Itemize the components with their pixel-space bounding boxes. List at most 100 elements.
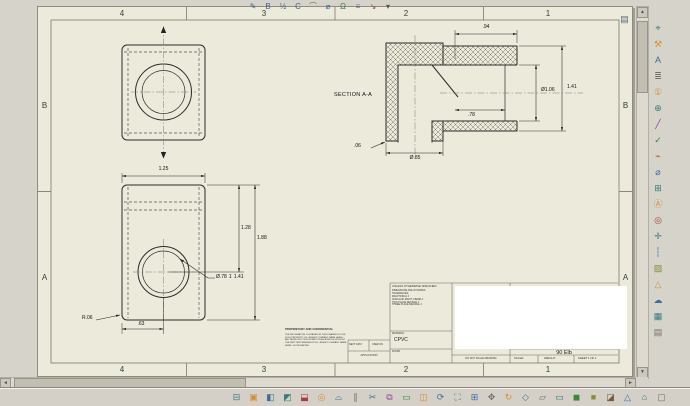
vertical-scroll-thumb[interactable] [637, 21, 648, 93]
icon-glyph: B [265, 1, 270, 12]
front-view[interactable] [122, 26, 205, 159]
weight-label: WEIGHT: [544, 357, 556, 360]
section-view[interactable] [371, 30, 583, 157]
bom-table-icon[interactable]: ▤ [652, 326, 665, 339]
more-options-icon[interactable]: ▾ [382, 1, 394, 12]
center-mark-icon[interactable]: ✛ [652, 230, 665, 243]
zoom-to-fit-icon[interactable]: ⛶ [451, 391, 464, 404]
model-view-icon[interactable]: ▣ [247, 391, 260, 404]
linear-note-pattern-icon[interactable]: ≣ [652, 70, 665, 83]
arc-length-icon[interactable]: ⌒ [307, 1, 319, 12]
icon-glyph: ▱ [539, 391, 546, 404]
perspective-icon[interactable]: △ [621, 391, 634, 404]
sheet-properties-icon[interactable]: ▤ [618, 13, 631, 26]
dimension-front-width[interactable]: 1.25 [141, 166, 186, 172]
bold-icon[interactable]: B [262, 1, 274, 12]
balloon-icon[interactable]: ① [652, 86, 665, 99]
icon-glyph: ↘ [370, 1, 377, 12]
pan-icon[interactable]: ✥ [485, 391, 498, 404]
dimension-wall-step[interactable]: .06 [354, 143, 361, 149]
scale-label: SCALE: [514, 357, 524, 360]
standard-3-view-icon[interactable]: ⊟ [230, 391, 243, 404]
detail-view-icon[interactable]: ◎ [315, 391, 328, 404]
drawing-viewport[interactable]: 4321 4321 BA BA SECTION A-A .94 Ø1.06 1.… [0, 0, 636, 377]
weld-symbol-icon[interactable]: ⌁ [652, 150, 665, 163]
rotate-view-icon[interactable]: ↻ [502, 391, 515, 404]
datum-target-icon[interactable]: ◎ [652, 214, 665, 227]
center-text-icon[interactable]: C [292, 1, 304, 12]
smart-dimension-icon[interactable]: ⌖ [652, 22, 665, 35]
scroll-up-button[interactable]: ▲ [637, 7, 648, 18]
icon-glyph: ▭ [402, 391, 411, 404]
magnetic-line-icon[interactable]: ╱ [652, 118, 665, 131]
predefined-view-icon[interactable]: ◫ [417, 391, 430, 404]
wireframe-icon[interactable]: ◇ [519, 391, 532, 404]
icon-glyph: ◩ [283, 391, 292, 404]
icon-glyph: ▦ [654, 310, 663, 323]
dimension-hole-offset[interactable]: .63 [126, 321, 156, 327]
surface-finish-icon[interactable]: ✓ [652, 134, 665, 147]
auxiliary-view-icon[interactable]: ◩ [281, 391, 294, 404]
dimension-bore-depth[interactable]: .78 [468, 112, 475, 118]
projected-view-icon[interactable]: ◧ [264, 391, 277, 404]
note-icon[interactable]: A [652, 54, 665, 67]
centerline-icon[interactable]: ┆ [652, 246, 665, 259]
finish-label: FINISH [392, 350, 400, 353]
dimension-corner-radius[interactable]: R.06 [82, 315, 93, 321]
proprietary-header: PROPRIETARY AND CONFIDENTIAL [285, 328, 347, 331]
zone-label: 4 [120, 7, 124, 20]
broken-out-section-icon[interactable]: ⌓ [332, 391, 345, 404]
view-orientation-icon[interactable]: ⌂ [638, 391, 651, 404]
break-view-icon[interactable]: ∥ [349, 391, 362, 404]
geometric-tolerance-icon[interactable]: ⊞ [652, 182, 665, 195]
icon-glyph: ⌓ [335, 391, 342, 404]
format-painter-icon[interactable]: ✎ [247, 1, 259, 12]
bottom-view[interactable] [96, 173, 260, 334]
icon-glyph: ✂ [369, 391, 377, 404]
dimension-socket-bore[interactable]: Ø1.06 [541, 87, 555, 93]
hole-callout-icon[interactable]: ⌀ [652, 166, 665, 179]
icon-glyph: ▨ [654, 262, 663, 275]
align-text-icon[interactable]: ≡ [352, 1, 364, 12]
hole-callout-annotation[interactable]: Ø.78 ↧ 1.41 [216, 274, 244, 280]
auto-balloon-icon[interactable]: ⊕ [652, 102, 665, 115]
empty-view-icon[interactable]: ▭ [400, 391, 413, 404]
dimension-overall-height[interactable]: 1.41 [567, 84, 577, 90]
shaded-icon[interactable]: ■ [587, 391, 600, 404]
replace-model-icon[interactable]: ⟳ [434, 391, 447, 404]
area-hatch-icon[interactable]: ▨ [652, 262, 665, 275]
hidden-lines-removed-icon[interactable]: ▭ [553, 391, 566, 404]
zone-label: A [38, 273, 51, 282]
icon-glyph: ▣ [249, 391, 258, 404]
insert-symbol-icon[interactable]: Ω [337, 1, 349, 12]
revision-symbol-icon[interactable]: △ [652, 278, 665, 291]
zoom-to-area-icon[interactable]: ⊞ [468, 391, 481, 404]
model-items-icon[interactable]: ⚒ [652, 38, 665, 51]
full-screen-icon[interactable]: ▢ [655, 391, 668, 404]
icon-glyph: ✓ [654, 134, 662, 147]
icon-glyph: ⊟ [233, 391, 241, 404]
dimension-overall-front-height[interactable]: 1.88 [257, 235, 267, 241]
dimension-hole-center-height[interactable]: 1.28 [241, 225, 251, 231]
draft-quality-icon[interactable]: ◪ [604, 391, 617, 404]
used-on-label: USED ON [372, 344, 383, 347]
leader-style-icon[interactable]: ↘ [367, 1, 379, 12]
datum-feature-icon[interactable]: Ⓐ [652, 198, 665, 211]
diameter-symbol-icon[interactable]: ⌀ [322, 1, 334, 12]
dimension-socket-depth[interactable]: .94 [463, 24, 509, 30]
icon-glyph: ✛ [654, 230, 662, 243]
general-table-icon[interactable]: ▦ [652, 310, 665, 323]
stacked-fraction-icon[interactable]: ½ [277, 1, 289, 12]
section-view-label[interactable]: SECTION A-A [334, 92, 372, 98]
dimension-bottom-opening[interactable]: Ø.85 [392, 155, 438, 161]
drawing-sheet[interactable]: 4321 4321 BA BA SECTION A-A .94 Ø1.06 1.… [37, 6, 633, 377]
icon-glyph: ▤ [620, 13, 629, 26]
section-view-icon[interactable]: ⬓ [298, 391, 311, 404]
alternate-position-icon[interactable]: ⧉ [383, 391, 396, 404]
vertical-scrollbar[interactable]: ▲ ▼ [636, 6, 649, 379]
revision-cloud-icon[interactable]: ☁ [652, 294, 665, 307]
crop-view-icon[interactable]: ✂ [366, 391, 379, 404]
hidden-lines-visible-icon[interactable]: ▱ [536, 391, 549, 404]
drawing-view-toolbar-icons: ⊟ ▣ ◧ ◩ ⬓ ◎ ⌓ ∥ ✂ ⧉ ▭ ◫ [230, 391, 668, 404]
shaded-with-edges-icon[interactable]: ◼ [570, 391, 583, 404]
